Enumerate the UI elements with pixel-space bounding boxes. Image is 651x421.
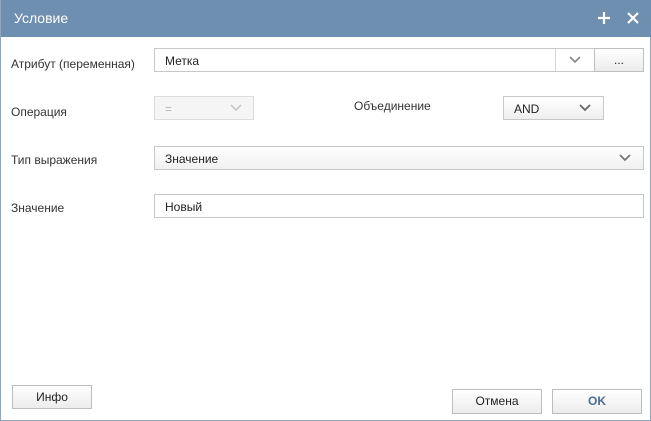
plus-icon[interactable] xyxy=(593,6,615,30)
union-label: Объединение xyxy=(354,99,431,113)
cancel-button[interactable]: Отмена xyxy=(452,389,542,414)
operation-select: = xyxy=(154,96,254,120)
expression-type-value: Значение xyxy=(165,152,219,166)
dialog-title: Условие xyxy=(14,10,69,26)
expression-type-select[interactable]: Значение xyxy=(154,146,644,170)
value-label: Значение xyxy=(11,201,65,215)
chevron-down-icon[interactable] xyxy=(618,152,632,167)
ok-button[interactable]: OK xyxy=(552,389,642,414)
attribute-browse-label: ... xyxy=(613,53,624,67)
chevron-down-icon[interactable] xyxy=(578,102,592,117)
union-select-value: AND xyxy=(514,102,540,116)
operation-select-value: = xyxy=(165,102,173,116)
chevron-down-icon[interactable] xyxy=(568,54,582,69)
attribute-label: Атрибут (переменная) xyxy=(11,57,135,71)
close-icon[interactable] xyxy=(622,6,644,30)
union-select[interactable]: AND xyxy=(503,96,604,120)
attribute-browse-button[interactable]: ... xyxy=(594,48,644,72)
value-input-text: Новый xyxy=(165,200,203,214)
operation-label: Операция xyxy=(11,105,67,119)
attribute-select-value: Метка xyxy=(165,54,200,68)
ok-button-label: OK xyxy=(588,394,606,408)
chevron-down-icon xyxy=(229,102,243,117)
info-button[interactable]: Инфо xyxy=(12,385,92,409)
cancel-button-label: Отмена xyxy=(475,394,519,408)
expression-type-label: Тип выражения xyxy=(11,153,98,167)
attribute-select[interactable]: Метка xyxy=(154,48,595,72)
condition-dialog: Условие Атрибут (переменная) Метка ... О… xyxy=(0,0,651,421)
dialog-titlebar[interactable]: Условие xyxy=(1,0,651,37)
info-button-label: Инфо xyxy=(36,390,68,404)
value-input[interactable]: Новый xyxy=(154,194,644,218)
attribute-select-divider xyxy=(555,49,556,71)
